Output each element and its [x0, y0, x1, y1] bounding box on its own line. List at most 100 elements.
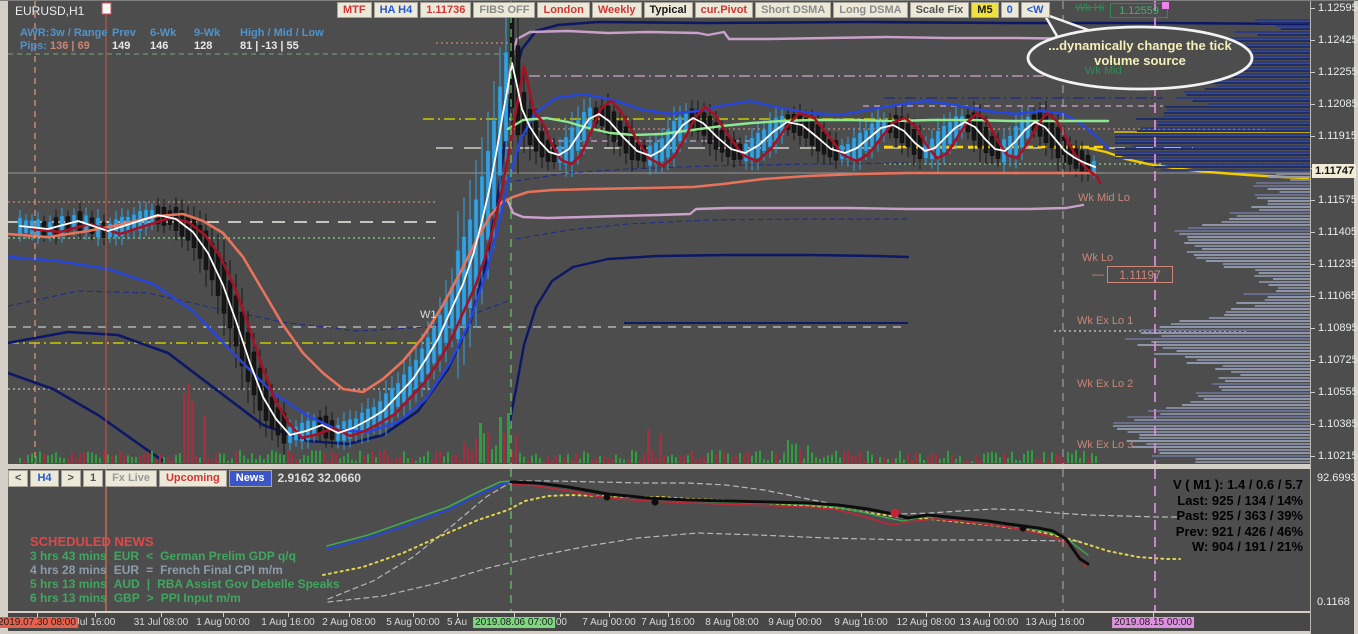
time-label: 13 Aug 16:00 [1025, 617, 1085, 628]
awr-cell: High / Mid / Low [240, 27, 324, 39]
top-toolbar: MTF HA H4 1.11736 FIBS OFF London Weekly Typic… [337, 2, 1050, 18]
marked-price-box[interactable]: 1.11197 [1107, 266, 1173, 283]
price-tick-label: 1.12085 [1318, 98, 1358, 110]
time-label: 7 Aug 16:00 [641, 617, 695, 628]
time-label: 9 Aug 00:00 [768, 617, 822, 628]
button-fibs-off[interactable]: FIBS OFF [473, 2, 536, 18]
price-tick-mark [1311, 392, 1315, 393]
indicator-panel[interactable]: SCHEDULED NEWS 3 hrs 43 mins EUR < German Pr… [8, 469, 1310, 611]
time-label: 12 Aug 08:00 [896, 617, 956, 628]
time-label: 7 Aug 00:00 [582, 617, 636, 628]
button-scale-fix[interactable]: Scale Fix [909, 2, 970, 18]
panel-scale-lo: 0.1168 [1317, 596, 1350, 608]
bubble-line-2: volume source [1094, 53, 1186, 68]
time-label: Jul 16:00 [74, 617, 116, 628]
awr-cell: Pips: [20, 40, 47, 52]
news-relation: | [146, 577, 151, 591]
button-<[interactable]: < [8, 470, 29, 487]
awr-cell: Prev [112, 27, 136, 39]
news-relation: < [146, 549, 154, 563]
tick-volume-bubble: ...dynamically change the tick volume so… [1026, 38, 1254, 68]
news-time: 6 hrs 13 mins [30, 591, 107, 605]
time-label: 31 Jul 08:00 [133, 617, 189, 628]
price-tick-label: 1.12425 [1318, 34, 1358, 46]
button-ha-h4[interactable]: HA H4 [373, 2, 419, 18]
news-currency: EUR [113, 563, 140, 577]
button-typical[interactable]: Typical [643, 2, 693, 18]
price-scale[interactable]: 1.11747 92.6993 0.1168 1.12595 1.12425 1.1… [1310, 1, 1358, 634]
price-tick-mark [1311, 8, 1315, 9]
indicator-value-readout: 2.9162 32.0660 [277, 471, 361, 485]
awr-stats: AWR:3w / Range Prev 6-Wk 9-Wk High / Mid / L… [20, 27, 376, 53]
price-tick-label: 1.11235 [1318, 258, 1357, 270]
bottom-toolbar: < H4 >1 Fx Live Upcoming News 2.9162 32.0660 [8, 470, 361, 487]
price-tick-label: 1.10215 [1318, 450, 1358, 462]
price-tick-label: 1.10385 [1318, 418, 1358, 430]
news-item: 4 hrs 28 mins EUR = French Final CPI m/m [30, 563, 347, 577]
current-price-tag: 1.11747 [1312, 164, 1356, 178]
button-long-dsma[interactable]: Long DSMA [833, 2, 908, 18]
button-short-dsma[interactable]: Short DSMA [755, 2, 832, 18]
awr-cell: 9-Wk [194, 27, 221, 39]
news-item: 6 hrs 13 mins GBP > PPI Input m/m [30, 591, 347, 605]
price-tick-label: 1.10895 [1318, 322, 1358, 334]
main-chart[interactable]: EURUSD,H1 AWR:3w / Range Prev 6-Wk 9-Wk High… [8, 1, 1310, 464]
volume-stats-line: W: 904 / 191 / 21% [1191, 539, 1303, 554]
button-<w[interactable]: <W [1020, 2, 1050, 18]
scheduled-news: SCHEDULED NEWS 3 hrs 43 mins EUR < German Pr… [30, 535, 347, 606]
news-currency: EUR [113, 549, 140, 563]
button-news[interactable]: News [228, 470, 272, 487]
news-time: 4 hrs 28 mins [30, 563, 107, 577]
price-tick-mark [1311, 456, 1315, 457]
price-tick-mark [1311, 296, 1315, 297]
awr-cell: AWR: [20, 27, 50, 39]
chart-canvas[interactable] [8, 1, 1310, 464]
news-relation: > [146, 591, 154, 605]
time-label: :00 [553, 617, 567, 628]
news-currency: AUD [113, 577, 140, 591]
time-label: 8 Aug 08:00 [705, 617, 759, 628]
price-tick-label: 1.10555 [1318, 386, 1358, 398]
button-0[interactable]: 0 [1000, 2, 1019, 18]
price-tick-mark [1311, 104, 1315, 105]
price-tick-label: 1.11065 [1318, 290, 1357, 302]
button-upcoming[interactable]: Upcoming [158, 470, 227, 487]
news-item: 5 hrs 13 mins AUD | RBA Assist Gov Debelle … [30, 577, 347, 591]
volume-stats-line: V ( M1 ): 1.4 / 0.6 / 5.7 [1172, 477, 1303, 492]
button-fx-live[interactable]: Fx Live [105, 470, 157, 487]
awr-cell: 146 [150, 40, 169, 52]
button-weekly[interactable]: Weekly [591, 2, 642, 18]
volume-stats: V ( M1 ): 1.4 / 0.6 / 5.7 Last: 925 / 134… [1173, 477, 1303, 555]
time-label-highlight: 2019.07.30 08:00 [0, 617, 78, 628]
time-label: 9 Aug 16:00 [834, 617, 888, 628]
price-tick-mark [1311, 136, 1315, 137]
time-axis[interactable]: 2019.07.30 08:00 Jul 16:00 31 Jul 08:00 1 A… [0, 612, 1310, 631]
time-label: 1 Aug 00:00 [196, 617, 250, 628]
awr-cell: 149 [112, 40, 131, 52]
mt4-window: EURUSD,H1 AWR:3w / Range Prev 6-Wk 9-Wk High… [0, 0, 1358, 634]
news-headline: RBA Assist Gov Debelle Speaks [157, 577, 340, 591]
awr-cell: 128 [194, 40, 213, 52]
button-h4[interactable]: H4 [30, 470, 59, 487]
price-tick-label: 1.10725 [1318, 354, 1358, 366]
price-tick-label: 1.11405 [1318, 226, 1357, 238]
time-label: 13 Aug 00:00 [959, 617, 1019, 628]
button-mtf[interactable]: MTF [337, 2, 372, 18]
price-tick-mark [1311, 72, 1315, 73]
news-headline: PPI Input m/m [160, 591, 241, 605]
price-tick-label: 1.11915 [1318, 130, 1357, 142]
news-relation: = [146, 563, 154, 577]
button-1[interactable]: 1 [82, 470, 104, 487]
time-label: 2 Aug 08:00 [322, 617, 376, 628]
button-m5[interactable]: M5 [971, 2, 999, 18]
time-label: 5 Aug 00:00 [386, 617, 440, 628]
awr-cell: 81 | -13 | 55 [240, 40, 299, 52]
news-item: 3 hrs 43 mins EUR < German Prelim GDP q/q [30, 549, 347, 563]
button-london[interactable]: London [537, 2, 590, 18]
bubble-line-1: ...dynamically change the tick [1048, 38, 1232, 53]
button-cur.pivot[interactable]: cur.Pivot [694, 2, 754, 18]
button->[interactable]: > [60, 470, 81, 487]
news-time: 5 hrs 13 mins [30, 577, 107, 591]
price-tick-mark [1311, 328, 1315, 329]
button-1.11736[interactable]: 1.11736 [420, 2, 472, 18]
